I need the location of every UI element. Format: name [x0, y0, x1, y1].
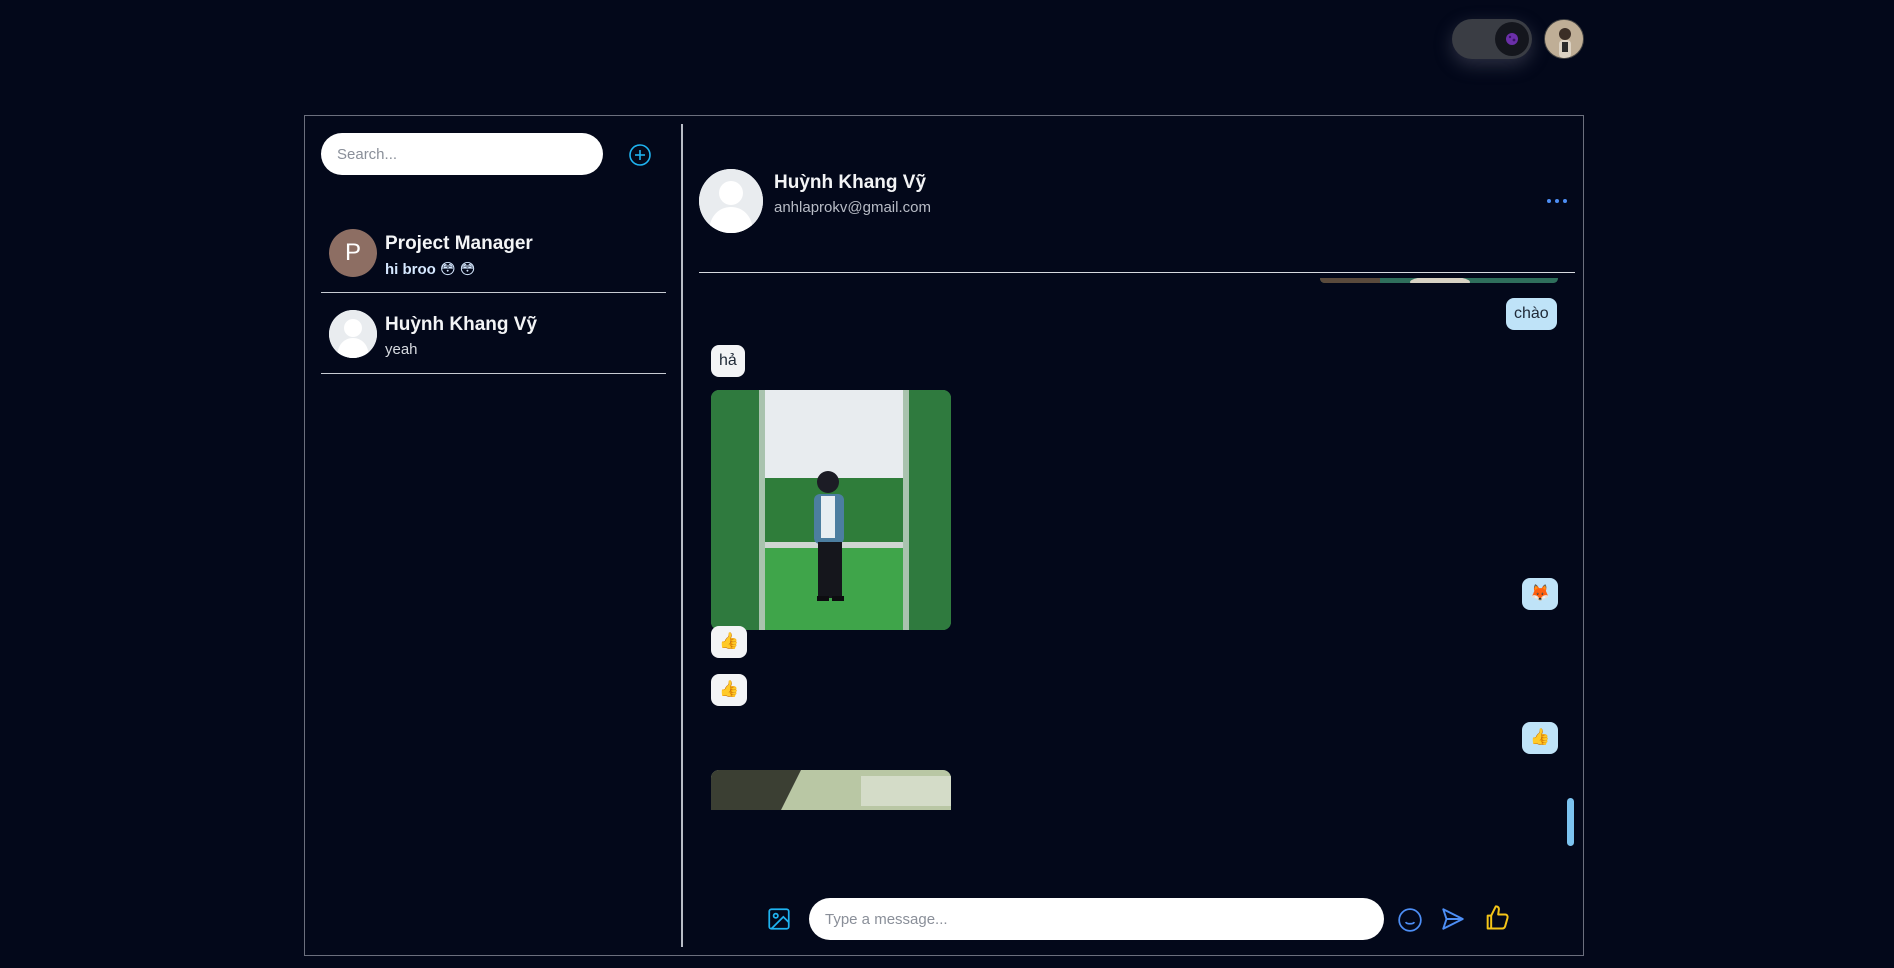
- default-user-icon: [699, 169, 763, 233]
- chat-panel: Huỳnh Khang Vỹ anhlaprokv@gmail.com chào…: [699, 116, 1575, 955]
- contact-name: Huỳnh Khang Vỹ: [774, 172, 927, 193]
- conversation-item[interactable]: P Project Manager hi broo 😳 😳: [321, 213, 666, 293]
- smile-icon: [1398, 908, 1422, 932]
- attach-image-button[interactable]: [766, 906, 792, 932]
- message-scrollbar[interactable]: [1567, 798, 1574, 846]
- conversation-name: Huỳnh Khang Vỹ: [385, 314, 538, 335]
- chat-header: Huỳnh Khang Vỹ anhlaprokv@gmail.com: [699, 116, 1575, 273]
- send-icon: [1442, 908, 1464, 930]
- message-list[interactable]: chào hả 🦊 👍 👍 👍: [699, 274, 1575, 886]
- message-bubble-outgoing: chào: [1506, 298, 1557, 330]
- send-button[interactable]: [1440, 906, 1466, 932]
- chat-app-frame: P Project Manager hi broo 😳 😳 Huỳnh Khan…: [304, 115, 1584, 956]
- more-horizontal-icon: [1547, 199, 1551, 203]
- conversation-sidebar: P Project Manager hi broo 😳 😳 Huỳnh Khan…: [305, 124, 683, 947]
- message-input[interactable]: [809, 898, 1384, 940]
- conversation-last-message: hi broo 😳 😳: [385, 261, 476, 278]
- avatar: P: [329, 229, 377, 277]
- message-bubble-outgoing: 🦊: [1522, 578, 1558, 610]
- dot: [1555, 199, 1559, 203]
- add-conversation-button[interactable]: [628, 143, 652, 167]
- message-bubble-incoming: hả: [711, 345, 745, 377]
- plus-circle-icon: [629, 144, 651, 166]
- emoji-button[interactable]: [1397, 907, 1423, 933]
- profile-avatar[interactable]: [1544, 19, 1584, 59]
- conversation-last-message: yeah: [385, 341, 418, 358]
- search-input[interactable]: [321, 133, 603, 175]
- dot: [1563, 199, 1567, 203]
- moon-icon: [1495, 22, 1529, 56]
- avatar: [329, 310, 377, 358]
- thumbs-up-icon: [1486, 905, 1509, 930]
- message-image-incoming[interactable]: [711, 770, 951, 810]
- image-icon: [768, 908, 790, 930]
- conversation-name: Project Manager: [385, 233, 533, 254]
- contact-avatar[interactable]: [699, 169, 763, 233]
- message-image-outgoing[interactable]: [1320, 274, 1558, 283]
- default-user-icon: [329, 310, 377, 358]
- message-image-incoming[interactable]: [711, 390, 951, 630]
- message-bubble-incoming: 👍: [711, 674, 747, 706]
- message-bubble-outgoing: 👍: [1522, 722, 1558, 754]
- contact-email: anhlaprokv@gmail.com: [774, 199, 931, 216]
- message-bubble-incoming: 👍: [711, 626, 747, 658]
- message-composer: [699, 886, 1575, 955]
- more-options-button[interactable]: [1547, 199, 1567, 205]
- theme-toggle[interactable]: [1452, 19, 1532, 59]
- conversation-item[interactable]: Huỳnh Khang Vỹ yeah: [321, 294, 666, 374]
- like-button[interactable]: [1483, 904, 1511, 932]
